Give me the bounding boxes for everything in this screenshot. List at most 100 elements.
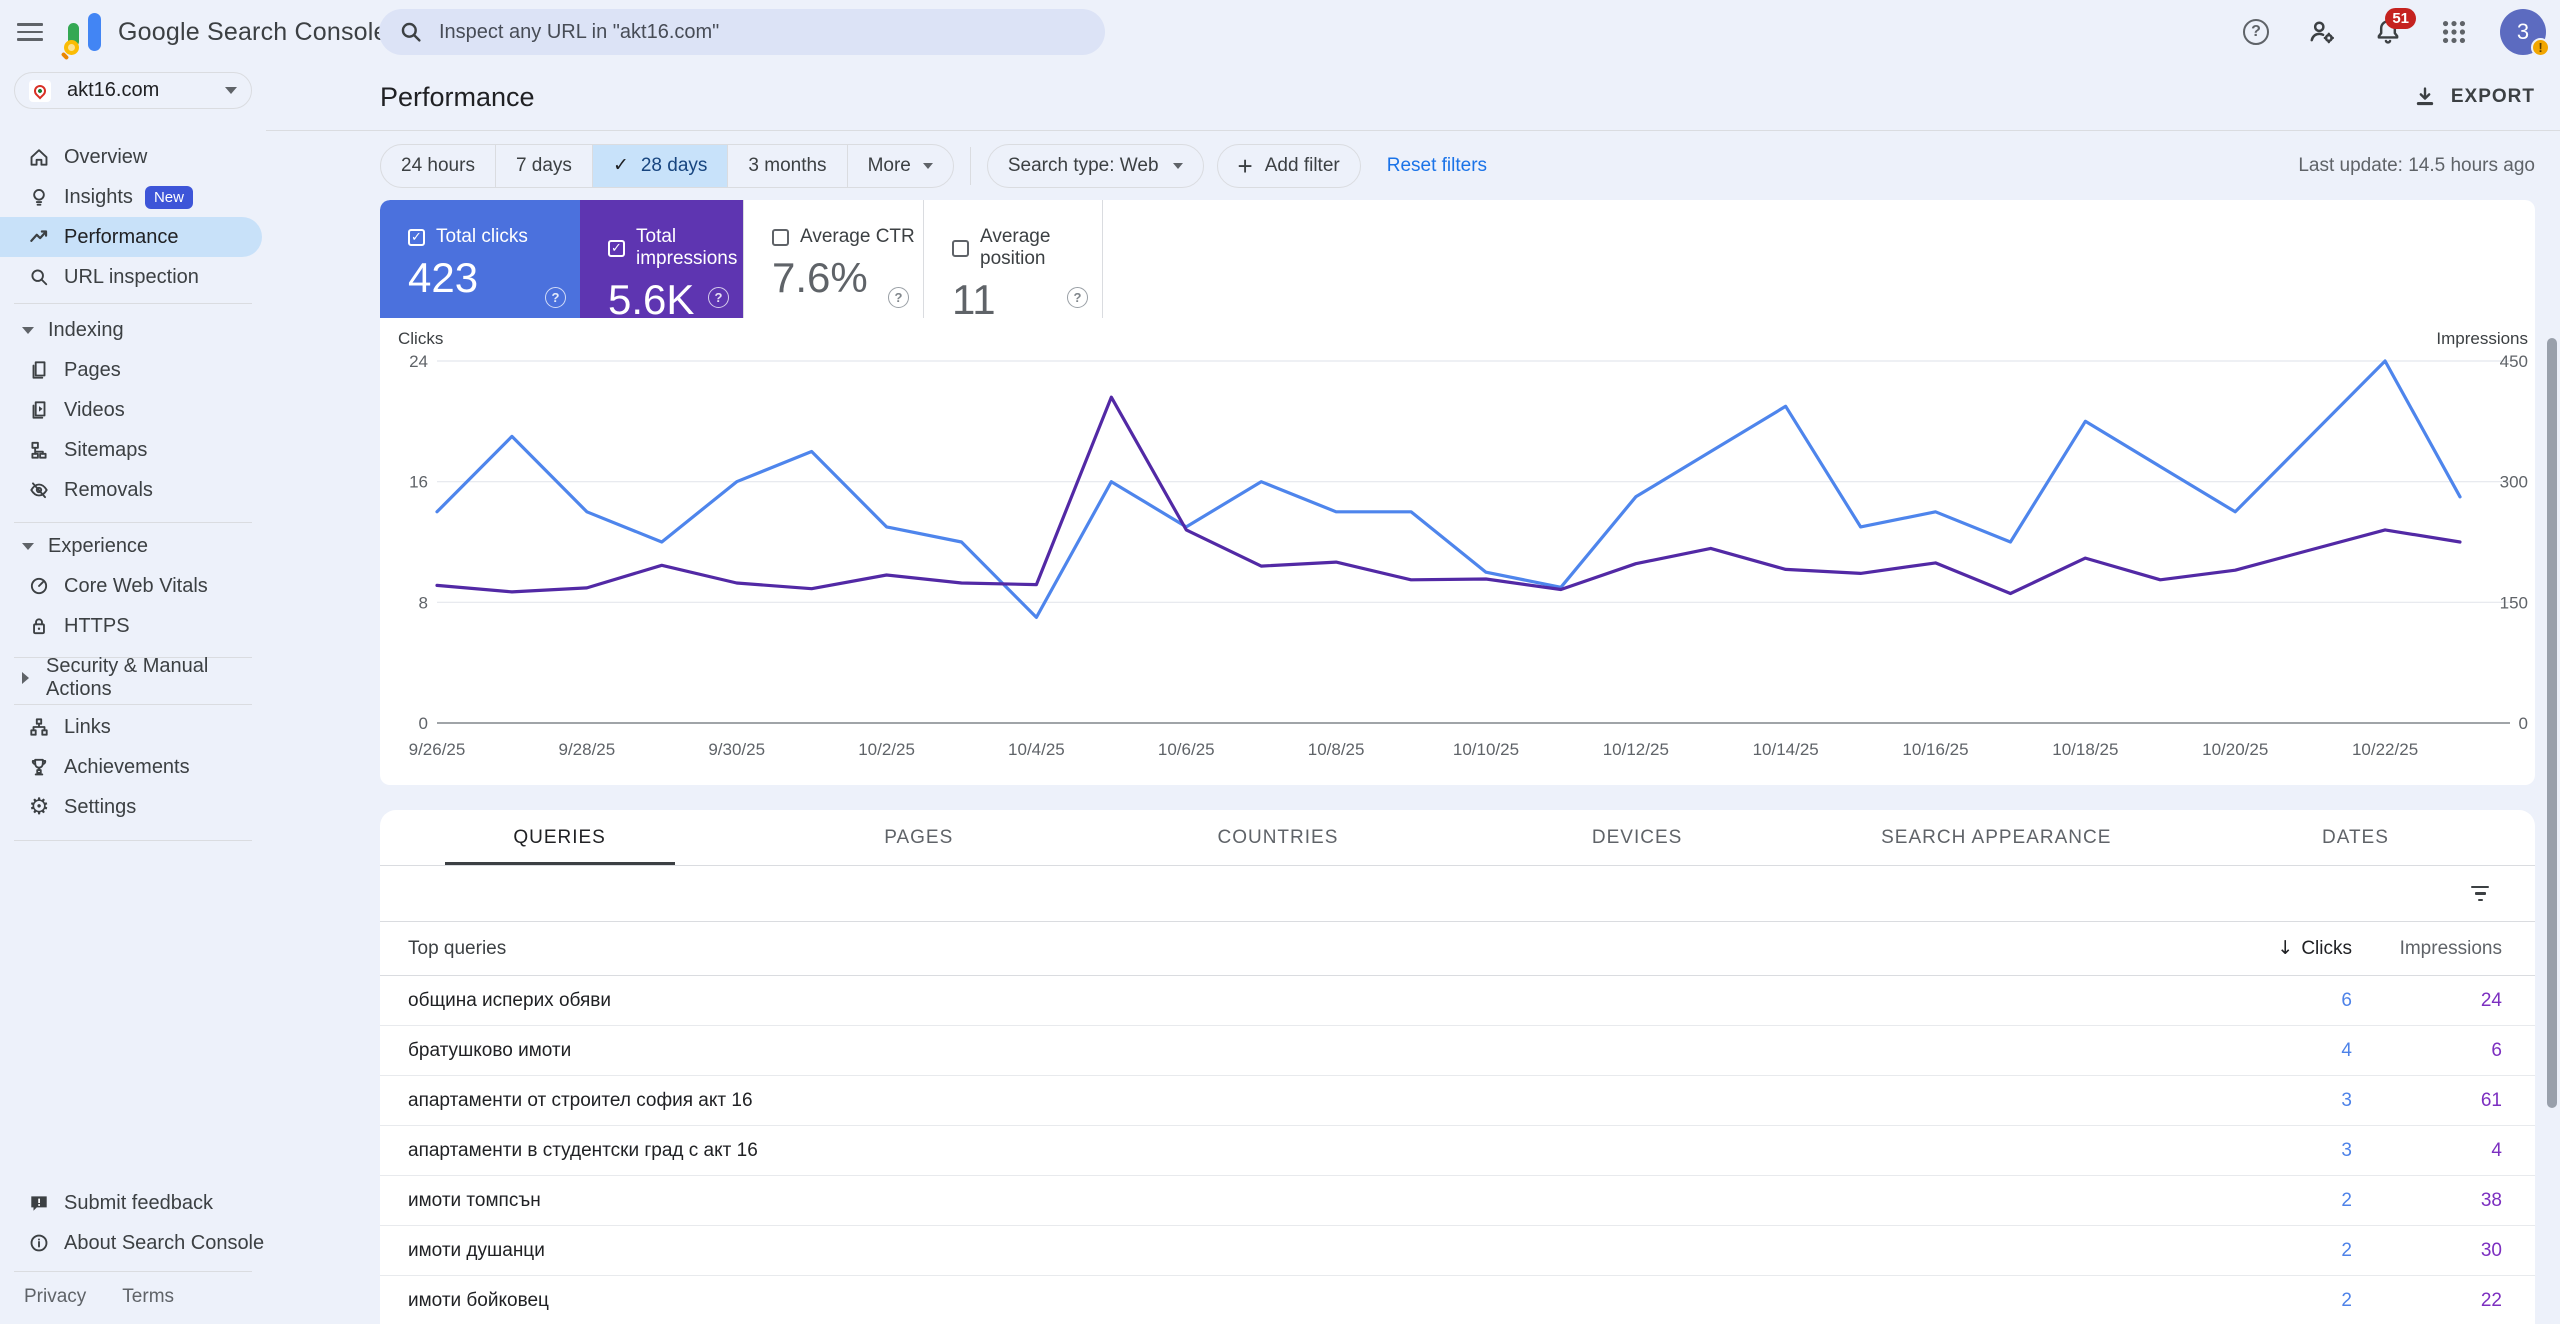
average-position-card[interactable]: ✓Average position 11 ? (923, 200, 1103, 323)
help-icon[interactable]: ? (545, 287, 566, 308)
trophy-icon (28, 756, 50, 778)
table-row[interactable]: апартаменти от строител софия акт 16 3 61 (380, 1076, 2535, 1126)
divider (14, 522, 252, 523)
svg-text:10/6/25: 10/6/25 (1158, 740, 1215, 759)
reset-filters-link[interactable]: Reset filters (1387, 155, 1487, 177)
url-inspect-search[interactable]: Inspect any URL in "akt16.com" (379, 9, 1105, 55)
sidebar-item-videos[interactable]: Videos (0, 390, 266, 430)
notification-count-badge: 51 (2385, 8, 2416, 29)
tab-countries[interactable]: COUNTRIES (1098, 810, 1457, 865)
terms-link[interactable]: Terms (122, 1286, 174, 1308)
search-placeholder: Inspect any URL in "akt16.com" (439, 20, 720, 43)
dimension-tabs: QUERIES PAGES COUNTRIES DEVICES SEARCH APPEA… (380, 810, 2535, 866)
query-cell[interactable]: имоти томпсън (380, 1190, 541, 1212)
table-row[interactable]: община исперих обяви 6 24 (380, 976, 2535, 1026)
menu-icon[interactable] (8, 10, 52, 54)
table-header: Top queries ↓ Clicks Impressions (380, 922, 2535, 976)
user-settings-button[interactable] (2302, 12, 2342, 52)
download-icon (2416, 87, 2434, 106)
account-avatar[interactable]: 3 ! (2500, 9, 2550, 57)
tab-pages[interactable]: PAGES (739, 810, 1098, 865)
performance-chart[interactable]: Clicks Impressions 0 8 16 24 0 150 300 450 9/26/25… (380, 318, 2535, 785)
chip-7-days[interactable]: 7 days (496, 144, 593, 187)
impressions-column-header[interactable]: Impressions (2352, 938, 2535, 960)
help-button[interactable]: ? (2236, 12, 2276, 52)
svg-text:10/2/25: 10/2/25 (858, 740, 915, 759)
total-clicks-card[interactable]: ✓ Total clicks 423 ? (380, 200, 580, 318)
table-row[interactable]: имоти бойковец 2 22 (380, 1276, 2535, 1324)
query-cell[interactable]: апартаменти в студентски град с акт 16 (380, 1140, 758, 1162)
dimensions-table-card: QUERIES PAGES COUNTRIES DEVICES SEARCH APPEA… (380, 810, 2535, 1324)
table-row[interactable]: братушково имоти 4 6 (380, 1026, 2535, 1076)
video-icon (28, 399, 50, 421)
query-cell[interactable]: имоти душанци (380, 1240, 545, 1262)
search-type-chip[interactable]: Search type: Web (986, 143, 1204, 188)
chip-28-days[interactable]: ✓ 28 days (592, 144, 729, 187)
property-selector[interactable]: akt16.com (14, 72, 252, 109)
submit-feedback-link[interactable]: Submit feedback (0, 1183, 266, 1223)
query-cell[interactable]: община исперих обяви (380, 990, 611, 1012)
tab-dates[interactable]: DATES (2176, 810, 2535, 865)
sidebar-item-achievements[interactable]: Achievements (0, 747, 266, 787)
tab-devices[interactable]: DEVICES (1458, 810, 1817, 865)
sidebar-item-settings[interactable]: ⚙ Settings (0, 787, 266, 827)
chip-24-hours[interactable]: 24 hours (381, 144, 496, 187)
export-button[interactable]: EXPORT (2413, 85, 2535, 109)
svg-text:10/14/25: 10/14/25 (1753, 740, 1819, 759)
sidebar: akt16.com Overview Insights New Performa… (0, 64, 266, 1324)
notifications-button[interactable]: 51 (2368, 8, 2416, 52)
performance-summary-card: ✓ Total clicks 423 ? ✓ Total impressions 5… (380, 200, 2535, 785)
average-ctr-card[interactable]: ✓Average CTR 7.6% ? (743, 200, 923, 318)
sidebar-item-pages[interactable]: Pages (0, 350, 266, 390)
section-security-manual-actions[interactable]: Security & Manual Actions (0, 655, 266, 700)
home-icon (28, 146, 50, 168)
chip-more[interactable]: More (848, 145, 953, 187)
table-row[interactable]: имоти томпсън 2 38 (380, 1176, 2535, 1226)
total-impressions-card[interactable]: ✓ Total impressions 5.6K ? (580, 200, 743, 323)
filter-list-icon[interactable] (2471, 885, 2489, 902)
table-row[interactable]: апартаменти в студентски град с акт 16 3 4 (380, 1126, 2535, 1176)
sidebar-item-overview[interactable]: Overview (0, 137, 266, 177)
table-row[interactable]: имоти душанци 2 30 (380, 1226, 2535, 1276)
google-apps-button[interactable] (2434, 12, 2474, 52)
sidebar-item-performance[interactable]: Performance (0, 217, 262, 257)
pages-icon (28, 359, 50, 381)
top-queries-header: Top queries (408, 937, 507, 959)
svg-text:10/4/25: 10/4/25 (1008, 740, 1065, 759)
impressions-cell: 38 (2480, 1189, 2502, 1211)
scrollbar-thumb[interactable] (2547, 338, 2557, 1108)
svg-text:150: 150 (2500, 593, 2528, 612)
help-icon[interactable]: ? (708, 287, 729, 308)
tab-search-appearance[interactable]: SEARCH APPEARANCE (1817, 810, 2176, 865)
clicks-cell: 4 (2341, 1039, 2352, 1061)
query-cell[interactable]: имоти бойковец (380, 1290, 549, 1312)
sidebar-item-url-inspection[interactable]: URL inspection (0, 257, 266, 297)
sidebar-item-core-web-vitals[interactable]: Core Web Vitals (0, 566, 266, 606)
magnifier-icon (28, 266, 50, 288)
help-icon[interactable]: ? (1067, 287, 1088, 308)
section-indexing[interactable]: Indexing (0, 310, 266, 350)
sidebar-item-https[interactable]: HTTPS (0, 606, 266, 646)
sidebar-item-removals[interactable]: Removals (0, 470, 266, 510)
add-filter-button[interactable]: + Add filter (1216, 143, 1361, 188)
expand-icon (22, 672, 29, 684)
sidebar-item-insights[interactable]: Insights New (0, 177, 266, 217)
clicks-column-header[interactable]: ↓ Clicks (2202, 937, 2352, 960)
table-filter-row (380, 866, 2535, 922)
svg-text:300: 300 (2500, 473, 2528, 492)
search-console-app: Google Search Console Inspect any URL in… (0, 0, 2560, 1324)
privacy-link[interactable]: Privacy (24, 1286, 86, 1308)
performance-icon (28, 226, 50, 248)
sidebar-item-sitemaps[interactable]: Sitemaps (0, 430, 266, 470)
primary-nav: Overview Insights New Performance URL in… (0, 137, 266, 297)
app-logo[interactable]: Google Search Console (60, 11, 388, 61)
sidebar-item-links[interactable]: Links (0, 707, 266, 747)
query-cell[interactable]: апартаменти от строител софия акт 16 (380, 1090, 753, 1112)
chip-3-months[interactable]: 3 months (728, 144, 848, 187)
chevron-down-icon (225, 87, 237, 94)
section-experience[interactable]: Experience (0, 526, 266, 566)
tab-queries[interactable]: QUERIES (380, 810, 739, 865)
about-search-console-link[interactable]: About Search Console (0, 1223, 266, 1263)
query-cell[interactable]: братушково имоти (380, 1040, 571, 1062)
help-icon[interactable]: ? (888, 287, 909, 308)
